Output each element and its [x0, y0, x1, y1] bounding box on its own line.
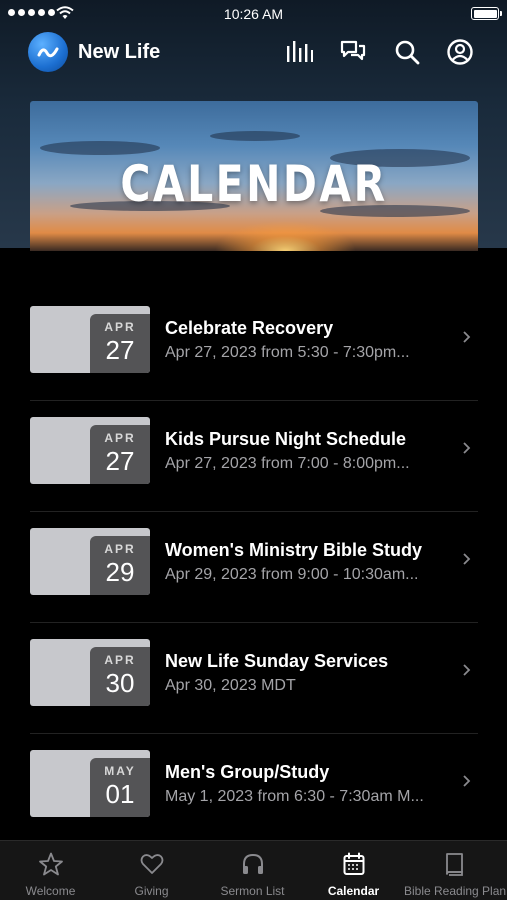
status-time: 10:26 AM	[223, 6, 284, 22]
date-badge: APR 29	[90, 536, 150, 595]
event-row[interactable]: APR 30 New Life Sunday Services Apr 30, …	[30, 623, 478, 734]
event-subtitle: May 1, 2023 from 6:30 - 7:30am M...	[165, 788, 424, 805]
tab-label: Bible Reading Plan	[404, 884, 507, 898]
event-title: Kids Pursue Night Schedule	[165, 429, 407, 449]
date-badge: APR 27	[90, 314, 150, 373]
event-day: 27	[105, 335, 135, 365]
event-row[interactable]: MAY 01 Men's Group/Study May 1, 2023 fro…	[30, 734, 478, 845]
event-title: Women's Ministry Bible Study	[165, 540, 422, 560]
star-icon	[39, 852, 63, 876]
date-badge: MAY 01	[90, 758, 150, 817]
battery-icon	[471, 7, 502, 20]
heart-icon	[140, 854, 164, 874]
event-day: 30	[105, 668, 135, 698]
event-month: APR	[104, 431, 136, 445]
date-badge: APR 27	[90, 425, 150, 484]
banner-title: CALENDAR	[120, 155, 388, 213]
calendar-icon	[343, 852, 365, 875]
chevron-right-icon	[463, 664, 471, 676]
event-row[interactable]: APR 29 Women's Ministry Bible Study Apr …	[30, 512, 478, 623]
app-logo[interactable]	[28, 32, 68, 72]
tab-welcome[interactable]: Welcome	[0, 841, 101, 900]
event-day: 27	[105, 446, 135, 476]
headphones-icon	[243, 853, 263, 874]
event-title: Men's Group/Study	[165, 762, 330, 782]
event-thumbnail: APR 30	[30, 639, 150, 706]
event-subtitle: Apr 27, 2023 from 5:30 - 7:30pm...	[165, 344, 410, 361]
date-badge: APR 30	[90, 647, 150, 706]
tab-bar: Welcome Giving Sermon List Calendar Bibl…	[0, 840, 507, 900]
search-icon[interactable]	[393, 38, 421, 66]
chevron-right-icon	[463, 553, 471, 565]
tab-label: Sermon List	[220, 884, 285, 898]
event-month: APR	[104, 653, 136, 667]
calendar-banner: CALENDAR	[30, 101, 478, 251]
event-day: 29	[105, 557, 135, 587]
tab-label: Giving	[134, 884, 169, 898]
event-title: Celebrate Recovery	[165, 318, 334, 338]
app-header: New Life	[0, 28, 507, 76]
tab-bible-reading-plan[interactable]: Bible Reading Plan	[404, 841, 507, 900]
chevron-right-icon	[463, 775, 471, 787]
event-subtitle: Apr 29, 2023 from 9:00 - 10:30am...	[165, 566, 419, 583]
tab-sermon-list[interactable]: Sermon List	[202, 841, 303, 900]
event-thumbnail: MAY 01	[30, 750, 150, 817]
bars-chart-icon[interactable]	[285, 38, 313, 66]
tab-label: Welcome	[25, 884, 76, 898]
chevron-right-icon	[463, 331, 471, 343]
chevron-right-icon	[463, 442, 471, 454]
event-month: APR	[104, 542, 136, 556]
event-month: MAY	[104, 764, 136, 778]
event-month: APR	[104, 320, 136, 334]
event-day: 01	[105, 779, 135, 809]
app-name: New Life	[78, 41, 161, 63]
tab-giving[interactable]: Giving	[101, 841, 202, 900]
event-title: New Life Sunday Services	[165, 651, 389, 671]
tab-calendar[interactable]: Calendar	[303, 841, 404, 900]
event-row[interactable]: APR 27 Celebrate Recovery Apr 27, 2023 f…	[30, 290, 478, 401]
event-row[interactable]: APR 27 Kids Pursue Night Schedule Apr 27…	[30, 401, 478, 512]
event-subtitle: Apr 27, 2023 from 7:00 - 8:00pm...	[165, 455, 410, 472]
event-thumbnail: APR 27	[30, 306, 150, 373]
chat-icon[interactable]	[339, 38, 367, 66]
wave-icon	[37, 47, 59, 58]
status-bar: 10:26 AM	[0, 0, 507, 28]
book-icon	[446, 853, 463, 876]
profile-icon[interactable]	[446, 38, 474, 66]
event-subtitle: Apr 30, 2023 MDT	[165, 677, 296, 694]
event-thumbnail: APR 27	[30, 417, 150, 484]
event-thumbnail: APR 29	[30, 528, 150, 595]
tab-label: Calendar	[327, 884, 380, 898]
